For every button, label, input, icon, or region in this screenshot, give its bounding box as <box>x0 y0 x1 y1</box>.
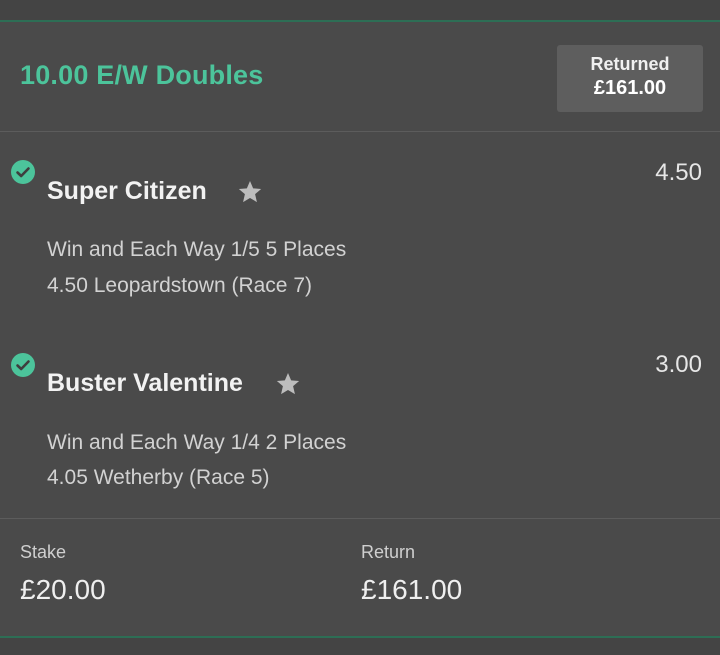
check-circle-icon <box>11 160 35 184</box>
returned-badge: Returned £161.00 <box>557 45 703 112</box>
selection-event: 4.05 Wetherby (Race 5) <box>47 466 270 489</box>
next-card-edge <box>0 638 720 655</box>
bet-card: 10.00 E/W Doubles Returned £161.00 Super… <box>0 0 720 655</box>
footer-divider <box>0 518 720 519</box>
selection-item: Super Citizen 4.50 Win and Each Way 1/5 … <box>0 131 720 311</box>
star-icon[interactable] <box>237 179 263 205</box>
selection-name: Buster Valentine <box>47 369 243 397</box>
selection-market: Win and Each Way 1/4 2 Places <box>47 431 347 454</box>
bet-title: 10.00 E/W Doubles <box>20 60 264 90</box>
selection-event: 4.50 Leopardstown (Race 7) <box>47 274 312 297</box>
stake-value: £20.00 <box>20 574 106 605</box>
return-value: £161.00 <box>361 574 463 605</box>
returned-value: £161.00 <box>593 77 667 99</box>
return-label: Return <box>361 542 416 562</box>
check-circle-icon <box>11 353 35 377</box>
selection-market: Win and Each Way 1/5 5 Places <box>47 238 347 261</box>
star-icon[interactable] <box>275 371 301 397</box>
selection-odds: 3.00 <box>655 351 702 378</box>
selection-name: Super Citizen <box>47 177 207 205</box>
previous-card-edge <box>0 0 720 20</box>
selection-item: Buster Valentine 3.00 Win and Each Way 1… <box>0 323 720 503</box>
returned-label: Returned <box>590 54 670 74</box>
stake-label: Stake <box>20 542 67 562</box>
selection-odds: 4.50 <box>655 159 702 186</box>
card-top-border <box>0 20 720 22</box>
